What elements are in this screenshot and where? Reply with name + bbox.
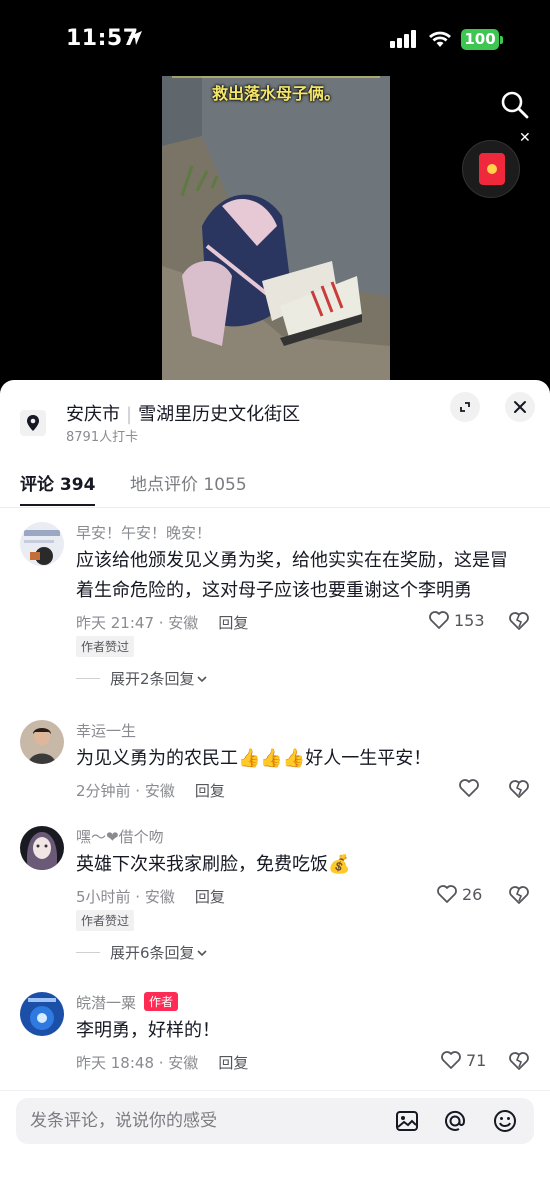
like-button[interactable]: 153 [428, 610, 485, 630]
comment-time: 5小时前 · 安徽 [76, 888, 175, 906]
heart-icon [429, 611, 449, 629]
reply-button[interactable]: 回复 [218, 614, 248, 632]
chevron-down-icon [196, 675, 207, 682]
tab-place-reviews[interactable]: 地点评价 1055 [130, 470, 247, 495]
comment-text[interactable]: 英雄下次来我家刷脸，免费吃饭💰 [76, 850, 522, 880]
like-button[interactable] [458, 778, 484, 798]
comment-username[interactable]: 幸运一生 [76, 720, 136, 741]
video-frame [162, 76, 390, 382]
comment-text[interactable]: 为见义勇为的农民工👍👍👍好人一生平安！ [76, 744, 522, 774]
like-count: 71 [466, 1050, 487, 1070]
reply-button[interactable]: 回复 [195, 782, 225, 800]
comment-time: 昨天 21:47 · 安徽 [76, 614, 199, 632]
battery-indicator: 100 [461, 29, 499, 50]
comment-username[interactable]: 早安！午安！晚安！ [76, 522, 211, 543]
reply-button[interactable]: 回复 [195, 888, 225, 906]
avatar[interactable] [20, 992, 64, 1036]
like-count: 153 [454, 610, 485, 630]
emoji-icon[interactable] [492, 1108, 518, 1134]
poi-separator: | [126, 404, 133, 425]
comment-time: 昨天 18:48 · 安徽 [76, 1054, 199, 1072]
red-packet-button[interactable] [462, 140, 520, 198]
tabs-divider [0, 507, 550, 508]
broken-heart-icon[interactable] [508, 611, 530, 631]
broken-heart-icon[interactable] [508, 779, 530, 799]
search-icon[interactable] [500, 90, 530, 120]
comment-input-bar [16, 1098, 534, 1144]
location-arrow-icon [128, 31, 142, 45]
reply-button[interactable]: 回复 [218, 1054, 248, 1072]
wifi-icon [429, 31, 451, 47]
comment-meta: 昨天 21:47 · 安徽 回复 [76, 612, 248, 633]
author-liked-badge: 作者赞过 [76, 910, 135, 931]
comment-text[interactable]: 应该给他颁发见义勇为奖，给他实实在在奖励，这是冒着生命危险的，这对母子应该也要重… [76, 546, 522, 606]
red-packet-icon [479, 153, 505, 185]
expand-button[interactable] [450, 392, 480, 422]
status-bar: 11:57 100 [0, 0, 550, 80]
comment-meta: 5小时前 · 安徽 回复 [76, 886, 225, 907]
poi-city: 安庆市 [66, 404, 120, 425]
tab-bar: 评论 394 地点评价 1055 [0, 470, 550, 508]
expand-replies[interactable]: 展开2条回复 [76, 668, 209, 689]
poi-place: 雪湖里历史文化街区 [138, 404, 301, 425]
comment-username[interactable]: 嘿～❤借个吻 [76, 826, 164, 847]
comment-meta: 2分钟前 · 安徽 回复 [76, 780, 225, 801]
chevron-down-icon [196, 949, 207, 956]
poi-checkins: 8791人打卡 [66, 430, 139, 445]
broken-heart-icon[interactable] [508, 1051, 530, 1071]
video-player[interactable]: 救出落水母子俩。 [162, 76, 390, 382]
close-icon[interactable]: ✕ [519, 130, 531, 146]
heart-icon [441, 1051, 461, 1069]
poi-name: 安庆市 | 雪湖里历史文化街区 [66, 400, 300, 426]
expand-replies-label: 展开2条回复 [110, 670, 195, 688]
avatar[interactable] [20, 522, 64, 566]
close-sheet-button[interactable] [505, 392, 535, 422]
comment-username[interactable]: 皖潜一粟 作者 [76, 992, 179, 1013]
comment-time: 2分钟前 · 安徽 [76, 782, 175, 800]
map-pin-icon [20, 410, 46, 436]
at-icon[interactable] [442, 1108, 468, 1134]
expand-replies-label: 展开6条回复 [110, 944, 195, 962]
comment-username-text: 皖潜一粟 [76, 994, 137, 1012]
comment-text[interactable]: 李明勇，好样的！ [76, 1016, 522, 1046]
author-tag: 作者 [144, 992, 179, 1011]
heart-icon [437, 885, 457, 903]
expand-dash [76, 678, 100, 679]
battery-tip [500, 36, 503, 44]
like-button[interactable]: 26 [436, 884, 482, 904]
close-icon [514, 401, 526, 413]
expand-replies[interactable]: 展开6条回复 [76, 942, 209, 963]
heart-icon [459, 779, 479, 797]
expand-dash [76, 952, 100, 953]
comments-sheet: 安庆市 | 雪湖里历史文化街区 8791人打卡 评论 394 地点评价 1055 早… [0, 380, 550, 1194]
like-count: 26 [462, 884, 483, 904]
like-button[interactable]: 71 [440, 1050, 486, 1070]
expand-icon [460, 402, 470, 412]
video-caption: 救出落水母子俩。 [211, 84, 340, 103]
avatar[interactable] [20, 826, 64, 870]
author-liked-badge: 作者赞过 [76, 636, 135, 657]
broken-heart-icon[interactable] [508, 885, 530, 905]
caption-top-strip [172, 76, 380, 78]
signal-icon [390, 30, 416, 48]
avatar[interactable] [20, 720, 64, 764]
image-icon[interactable] [394, 1108, 420, 1134]
comment-input[interactable] [30, 1098, 380, 1144]
comment-meta: 昨天 18:48 · 安徽 回复 [76, 1052, 248, 1073]
tab-comments[interactable]: 评论 394 [20, 470, 96, 506]
